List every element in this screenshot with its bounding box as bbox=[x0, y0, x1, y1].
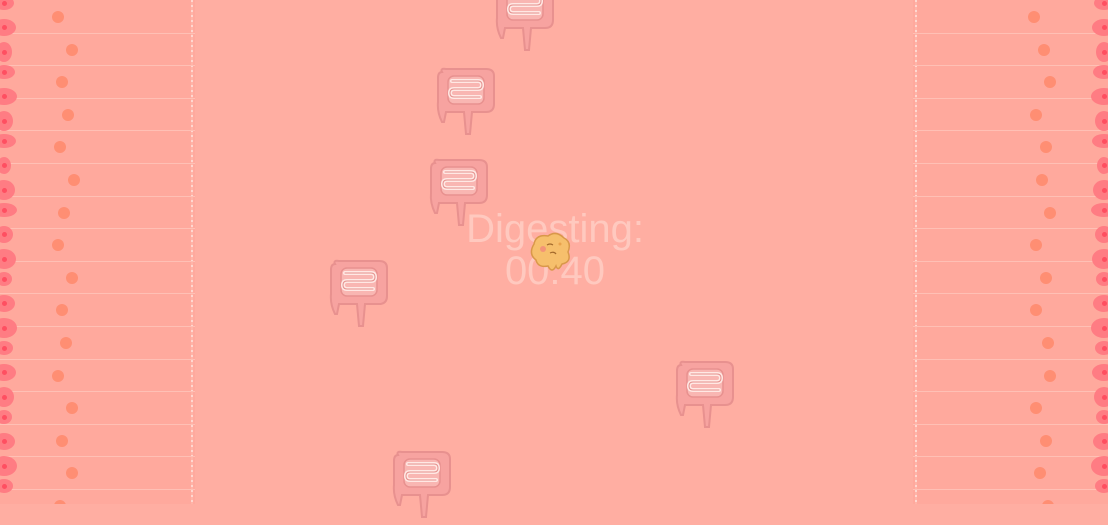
villus-band bbox=[913, 424, 1108, 458]
mucosa-fold bbox=[1093, 65, 1108, 79]
villus-band bbox=[0, 489, 195, 504]
mucosa-fold bbox=[1097, 157, 1108, 174]
villus-cell bbox=[1030, 108, 1042, 121]
villus-band bbox=[0, 293, 195, 327]
mucosa-fold bbox=[1095, 479, 1108, 493]
villus-cell bbox=[66, 271, 78, 284]
villus-band bbox=[913, 359, 1108, 393]
mucosa-fold bbox=[1096, 410, 1108, 424]
intestine-icon bbox=[494, 0, 555, 52]
mucosa-fold bbox=[1093, 295, 1108, 312]
villus-band bbox=[0, 326, 195, 360]
intestine-icon bbox=[391, 449, 452, 519]
villus-band bbox=[913, 0, 1108, 34]
villus-band bbox=[0, 261, 195, 295]
right-intestinal-wall bbox=[913, 0, 1108, 504]
mucosa-fold bbox=[1093, 180, 1108, 200]
intestine-icon bbox=[435, 66, 496, 136]
villus-band bbox=[913, 196, 1108, 230]
villus-cell bbox=[1044, 369, 1056, 382]
villus-band bbox=[0, 391, 195, 425]
mucosa-fold bbox=[1093, 433, 1108, 450]
villus-cell bbox=[58, 206, 70, 219]
mucosa-fold bbox=[1095, 111, 1108, 131]
villus-band bbox=[913, 98, 1108, 132]
villus-cell bbox=[60, 337, 72, 349]
villus-cell bbox=[1040, 271, 1052, 284]
mucosa-fold bbox=[1096, 42, 1108, 62]
villus-band bbox=[913, 456, 1108, 490]
mucosa-fold bbox=[1095, 341, 1108, 355]
villus-band bbox=[0, 98, 195, 132]
villus-band bbox=[913, 228, 1108, 262]
intestine-icon bbox=[328, 258, 389, 328]
villus-band bbox=[913, 130, 1108, 164]
villus-band bbox=[0, 228, 195, 262]
food-blob-player[interactable] bbox=[526, 230, 574, 274]
villus-band bbox=[0, 359, 195, 393]
villus-cell bbox=[1044, 206, 1056, 219]
villus-band bbox=[913, 163, 1108, 197]
villus-band bbox=[0, 456, 195, 490]
villus-band bbox=[913, 391, 1108, 425]
villus-band bbox=[913, 33, 1108, 67]
left-intestinal-wall bbox=[0, 0, 195, 504]
villus-band bbox=[0, 196, 195, 230]
villus-cell bbox=[1036, 174, 1048, 186]
villus-cell bbox=[52, 11, 64, 23]
villus-cell bbox=[52, 369, 64, 382]
villus-cell bbox=[62, 108, 74, 121]
villus-band bbox=[0, 163, 195, 197]
mucosa-fold bbox=[1095, 226, 1108, 243]
villus-band bbox=[913, 65, 1108, 99]
villus-cell bbox=[68, 174, 80, 186]
villus-band bbox=[0, 33, 195, 67]
villus-band bbox=[0, 130, 195, 164]
villus-band bbox=[913, 261, 1108, 295]
villus-band bbox=[913, 326, 1108, 360]
intestine-icon bbox=[674, 359, 735, 429]
villus-cell bbox=[1042, 337, 1054, 349]
villus-cell bbox=[1038, 43, 1050, 56]
villus-band bbox=[0, 424, 195, 458]
villus-cell bbox=[66, 43, 78, 56]
mucosa-fold bbox=[1096, 272, 1108, 286]
villus-band bbox=[0, 0, 195, 34]
villus-cell bbox=[56, 434, 68, 447]
villus-cell bbox=[1028, 11, 1040, 23]
villus-band bbox=[913, 293, 1108, 327]
villus-band bbox=[0, 65, 195, 99]
villus-band bbox=[913, 489, 1108, 504]
mucosa-fold bbox=[1094, 387, 1108, 407]
villus-cell bbox=[1040, 434, 1052, 447]
